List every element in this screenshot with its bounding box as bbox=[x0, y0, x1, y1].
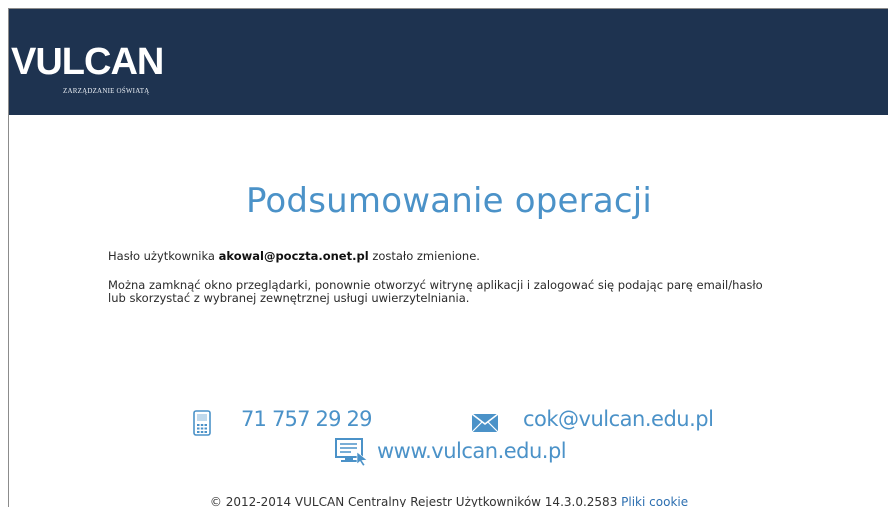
vulcan-logo[interactable]: VULCAN ZARZĄDZANIE OŚWIATĄ bbox=[11, 41, 164, 103]
phone-icon bbox=[193, 410, 211, 436]
logo-text: VULCAN bbox=[11, 41, 164, 83]
blank-box bbox=[485, 250, 546, 263]
password-changed-message: Hasło użytkownika akowal@poczta.onet.pl … bbox=[108, 250, 546, 263]
password-message-prefix: Hasło użytkownika bbox=[108, 249, 215, 263]
password-message-suffix: zostało zmienione. bbox=[372, 249, 480, 263]
footer-copyright: © 2012-2014 VULCAN Centralny Rejestr Uży… bbox=[209, 495, 618, 507]
website-link[interactable]: www.vulcan.edu.pl bbox=[377, 439, 567, 463]
envelope-icon bbox=[471, 413, 499, 433]
cookies-link[interactable]: Pliki cookie bbox=[621, 495, 688, 507]
footer: © 2012-2014 VULCAN Centralny Rejestr Uży… bbox=[9, 495, 888, 507]
header-bar: VULCAN ZARZĄDZANIE OŚWIATĄ bbox=[9, 9, 888, 115]
page-title: Podsumowanie operacji bbox=[245, 181, 653, 221]
monitor-icon bbox=[335, 438, 369, 467]
info-message: Można zamknąć okno przeglądarki, ponowni… bbox=[108, 279, 763, 305]
contact-email[interactable]: cok@vulcan.edu.pl bbox=[523, 407, 714, 431]
browser-frame: VULCAN ZARZĄDZANIE OŚWIATĄ Podsumowanie … bbox=[8, 8, 888, 507]
user-email: akowal@poczta.onet.pl bbox=[218, 249, 369, 263]
logo-subtitle: ZARZĄDZANIE OŚWIATĄ bbox=[63, 87, 150, 95]
info-line-2: lub skorzystać z wybranej zewnętrznej us… bbox=[108, 291, 470, 305]
phone-number: 71 757 29 29 bbox=[241, 407, 372, 431]
